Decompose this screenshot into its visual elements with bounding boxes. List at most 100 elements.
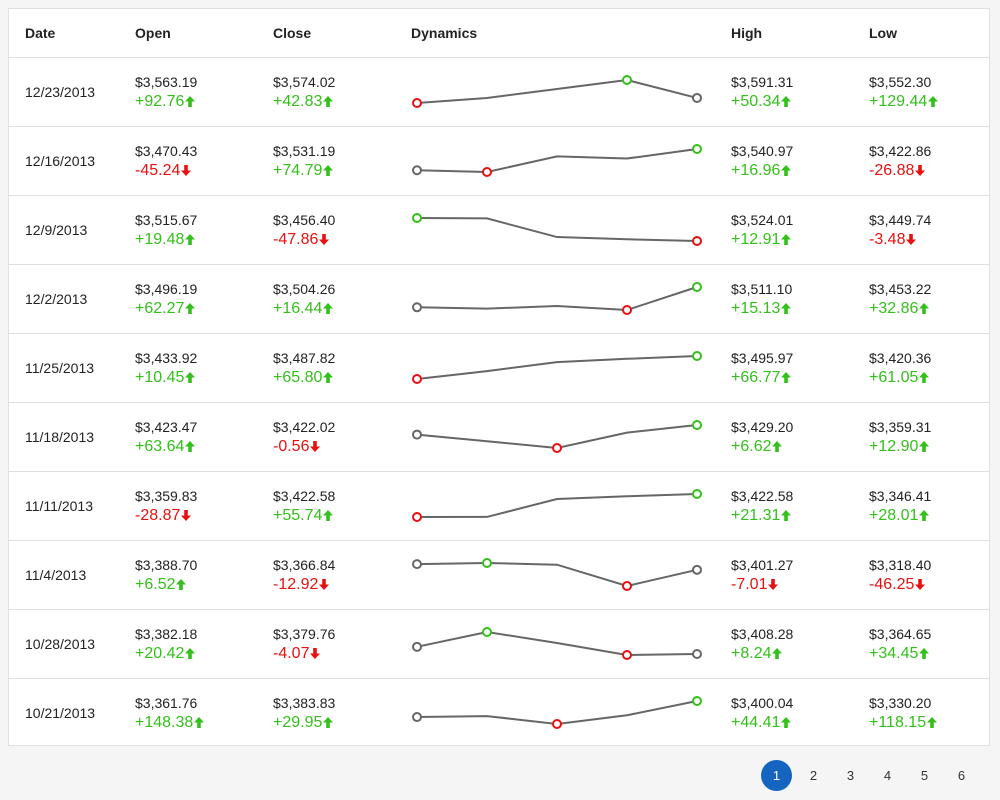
date-cell: 11/18/2013	[25, 429, 95, 445]
dynamics-sparkline	[412, 144, 702, 177]
sparkline-max-point	[692, 282, 702, 292]
high-value: $3,408.28	[731, 626, 794, 642]
open-value: $3,515.67	[135, 212, 198, 228]
low-value: $3,359.31	[869, 419, 932, 435]
column-header-high[interactable]: High	[731, 9, 762, 57]
high-value: $3,400.04	[731, 695, 794, 711]
close-change-text: -0.56	[273, 438, 310, 455]
arrow-up-icon	[927, 717, 938, 728]
high-cell: $3,400.04 +44.41	[731, 694, 793, 733]
table-row[interactable]: 11/25/2013 $3,433.92 +10.45 $3,487.82 +65.80…	[9, 334, 989, 403]
column-header-date[interactable]: Date	[25, 9, 55, 57]
table-row[interactable]: 11/11/2013 $3,359.83 -28.87 $3,422.58 +55.74…	[9, 472, 989, 541]
sparkline-max-point	[622, 75, 632, 85]
low-value: $3,364.65	[869, 626, 932, 642]
low-change-text: +28.01	[869, 507, 919, 524]
low-change-text: +12.90	[869, 438, 919, 455]
table-row[interactable]: 10/21/2013 $3,361.76 +148.38 $3,383.83 +29.9…	[9, 679, 989, 748]
page-button-2[interactable]: 2	[798, 760, 829, 791]
table-row[interactable]: 11/18/2013 $3,423.47 +63.64 $3,422.02 -0.56 $…	[9, 403, 989, 472]
close-value: $3,531.19	[273, 143, 336, 159]
low-change: -46.25	[869, 575, 931, 595]
date-cell: 11/4/2013	[25, 567, 87, 583]
date-cell: 12/9/2013	[25, 222, 88, 238]
high-change-text: -7.01	[731, 576, 768, 593]
open-change-text: +10.45	[135, 369, 185, 386]
dynamics-sparkline	[412, 282, 702, 315]
close-value: $3,366.84	[273, 557, 336, 573]
arrow-up-icon	[919, 441, 930, 452]
low-change: +32.86	[869, 299, 931, 319]
column-header-low[interactable]: Low	[869, 9, 897, 57]
close-change-text: +74.79	[273, 162, 323, 179]
close-change-text: +29.95	[273, 714, 323, 731]
table-row[interactable]: 12/16/2013 $3,470.43 -45.24 $3,531.19 +74.79…	[9, 127, 989, 196]
column-header-dynamics[interactable]: Dynamics	[411, 9, 477, 57]
open-change: +19.48	[135, 230, 197, 250]
close-change-text: -12.92	[273, 576, 319, 593]
high-cell: $3,401.27 -7.01	[731, 556, 793, 595]
column-header-close[interactable]: Close	[273, 9, 311, 57]
arrow-up-icon	[185, 441, 196, 452]
sparkline-point	[692, 649, 702, 659]
open-value: $3,433.92	[135, 350, 198, 366]
open-cell: $3,382.18 +20.42	[135, 625, 197, 664]
low-value: $3,346.41	[869, 488, 932, 504]
sparkline-point	[412, 165, 422, 176]
sparkline-line	[416, 217, 698, 242]
open-cell: $3,423.47 +63.64	[135, 418, 197, 457]
high-change: +21.31	[731, 506, 793, 526]
sparkline-min-point	[622, 581, 632, 591]
sparkline-min-point	[412, 512, 422, 522]
date-cell: 11/11/2013	[25, 498, 93, 514]
sparkline-point	[692, 564, 702, 575]
close-value: $3,487.82	[273, 350, 336, 366]
table-row[interactable]: 12/23/2013 $3,563.19 +92.76 $3,574.02 +42.83…	[9, 58, 989, 127]
close-change-text: -4.07	[273, 645, 310, 662]
table-row[interactable]: 12/9/2013 $3,515.67 +19.48 $3,456.40 -47.86 $…	[9, 196, 989, 265]
grid-header: Date Open Close Dynamics High Low	[9, 9, 989, 58]
arrow-up-icon	[919, 303, 930, 314]
table-row[interactable]: 11/4/2013 $3,388.70 +6.52 $3,366.84 -12.92 $3…	[9, 541, 989, 610]
high-value: $3,540.97	[731, 143, 794, 159]
date-cell: 12/16/2013	[25, 153, 96, 169]
sparkline-point	[412, 559, 422, 570]
open-change: +62.27	[135, 299, 197, 319]
open-cell: $3,433.92 +10.45	[135, 349, 197, 388]
open-change-text: +92.76	[135, 93, 185, 110]
column-header-open[interactable]: Open	[135, 9, 171, 57]
table-row[interactable]: 12/2/2013 $3,496.19 +62.27 $3,504.26 +16.44 $…	[9, 265, 989, 334]
low-value: $3,318.40	[869, 557, 932, 573]
high-change: +50.34	[731, 92, 793, 112]
arrow-up-icon	[781, 372, 792, 383]
sparkline-max-point	[412, 213, 422, 223]
open-change: +6.52	[135, 575, 197, 595]
arrow-up-icon	[781, 303, 792, 314]
sparkline-point	[692, 92, 702, 103]
high-change-text: +21.31	[731, 507, 781, 524]
open-value: $3,359.83	[135, 488, 198, 504]
page-button-4[interactable]: 4	[872, 760, 903, 791]
table-row[interactable]: 10/28/2013 $3,382.18 +20.42 $3,379.76 -4.07 $…	[9, 610, 989, 679]
dynamics-sparkline	[412, 420, 702, 453]
sparkline-min-point	[552, 719, 562, 729]
close-change: -12.92	[273, 575, 335, 595]
close-value: $3,383.83	[273, 695, 336, 711]
date-cell: 10/21/2013	[25, 705, 96, 721]
arrow-up-icon	[323, 717, 334, 728]
low-change-text: +32.86	[869, 300, 919, 317]
open-cell: $3,470.43 -45.24	[135, 142, 197, 181]
close-change-text: -47.86	[273, 231, 319, 248]
page-button-5[interactable]: 5	[909, 760, 940, 791]
page-button-3[interactable]: 3	[835, 760, 866, 791]
low-value: $3,552.30	[869, 74, 932, 90]
high-value: $3,524.01	[731, 212, 794, 228]
open-value: $3,470.43	[135, 143, 198, 159]
high-cell: $3,429.20 +6.62	[731, 418, 793, 457]
page-button-1[interactable]: 1	[761, 760, 792, 791]
close-change: +55.74	[273, 506, 335, 526]
page-button-6[interactable]: 6	[946, 760, 977, 791]
open-change: -28.87	[135, 506, 197, 526]
low-change-text: +61.05	[869, 369, 919, 386]
arrow-down-icon	[310, 441, 321, 452]
